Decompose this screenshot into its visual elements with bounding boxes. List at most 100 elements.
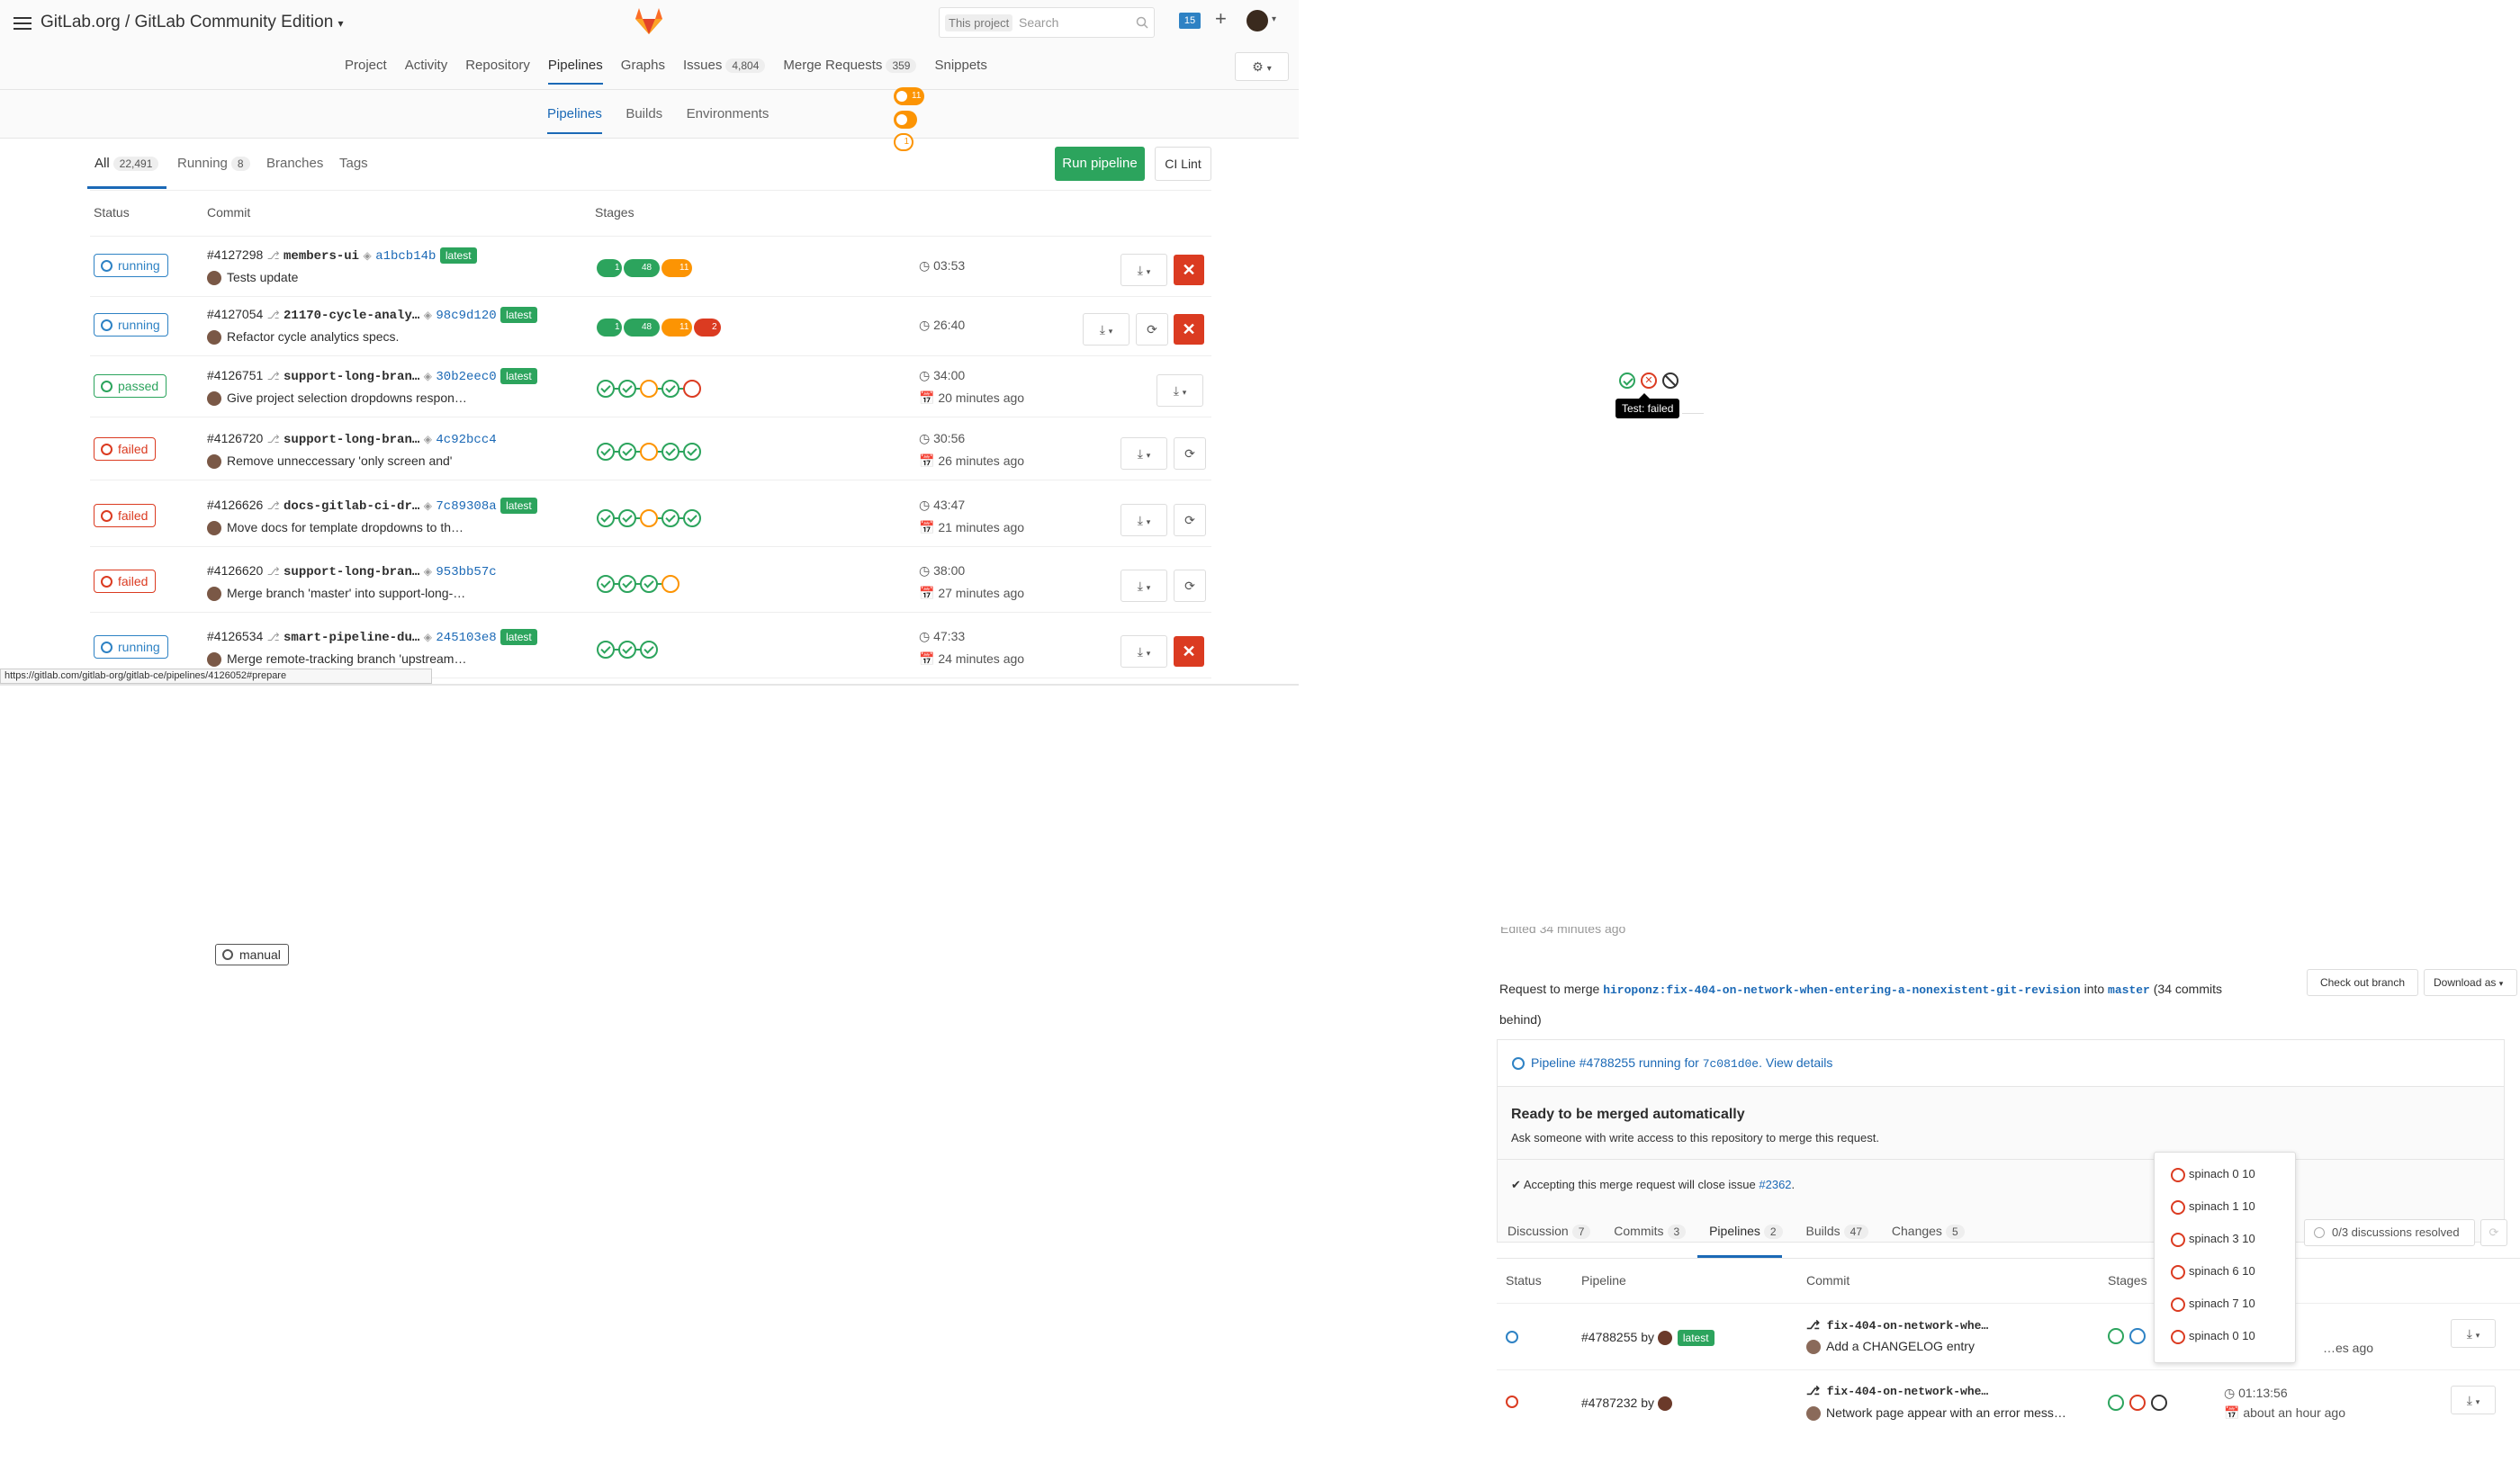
tab-all[interactable]: All 22,491 [94,156,159,171]
pipeline-id[interactable]: #4126626 [207,498,263,512]
commit-message[interactable]: Merge remote-tracking branch 'upstream… [207,651,466,668]
dropdown-build-item[interactable]: spinach 7 10 [2171,1297,2255,1312]
stage-passed-icon[interactable] [2108,1328,2124,1344]
dropdown-build-item[interactable]: spinach 3 10 [2171,1232,2255,1247]
todos-icon[interactable]: 15 [1179,13,1201,29]
artifacts-download-button[interactable]: ⤓ ▾ [1120,570,1167,602]
view-details-link[interactable]: . View details [1759,1055,1832,1070]
stage-skipped-icon[interactable] [2151,1395,2167,1411]
branch-name[interactable]: support-long-bran… [284,565,419,579]
dropdown-build-item[interactable]: spinach 1 10 [2171,1199,2255,1215]
stage-failed-icon[interactable]: ✕ [1641,372,1657,389]
nav-graphs[interactable]: Graphs [621,58,665,85]
stage-passed-icon[interactable] [618,575,636,593]
stage-passed-icon[interactable] [640,641,658,659]
stage-warning-icon[interactable] [640,380,658,398]
stage-running-icon[interactable] [2129,1328,2146,1344]
stage-group[interactable]: 11 [662,319,692,337]
gitlab-logo-icon[interactable] [633,4,665,37]
pipeline-id[interactable]: #4127054 [207,307,263,321]
user-avatar[interactable] [1246,10,1268,31]
stage-passed-icon[interactable] [662,380,680,398]
status-badge[interactable]: passed [94,374,167,398]
stage-failed-icon[interactable] [2129,1395,2146,1411]
discussion-next-button[interactable]: ⟳ [2480,1219,2507,1246]
pipeline-id[interactable]: #4788255 by latest [1581,1330,1714,1346]
stage-passed-icon[interactable] [618,641,636,659]
status-badge[interactable]: running [94,635,168,659]
retry-button[interactable]: ⟳ [1174,570,1206,602]
artifacts-download-button[interactable]: ⤓ ▾ [1156,374,1203,407]
stage-warning-icon[interactable] [640,443,658,461]
target-branch[interactable]: master [2108,983,2150,997]
dropdown-build-item[interactable]: spinach 6 10 [2171,1264,2255,1279]
pipeline-id[interactable]: #4126620 [207,563,263,578]
stage-passed-icon[interactable] [618,380,636,398]
status-badge[interactable]: running [94,254,168,277]
pipeline-id[interactable]: #4787232 by [1581,1396,1678,1412]
branch-link[interactable]: ⎇ fix-404-on-network-whe… [1806,1319,1988,1333]
stage-passed-icon[interactable] [662,509,680,527]
nav-merge-requests[interactable]: Merge Requests 359 [783,58,917,85]
nav-project[interactable]: Project [345,58,387,85]
failed-status-icon[interactable] [1506,1396,1518,1408]
artifacts-download-button[interactable]: ⤓ ▾ [2451,1319,2496,1348]
commit-sha[interactable]: 98c9d120 [436,309,496,323]
commit-message[interactable]: Refactor cycle analytics specs. [207,329,399,346]
stage-skipped-icon[interactable] [1662,372,1678,389]
commit-sha[interactable]: 953bb57c [436,565,496,579]
stage-passed-icon[interactable] [597,641,615,659]
branch-name[interactable]: smart-pipeline-du… [284,631,419,645]
commit-sha[interactable]: 7c89308a [436,499,496,514]
tab-builds[interactable]: Builds 47 [1806,1224,1868,1239]
nav-issues[interactable]: Issues 4,804 [683,58,766,85]
cancel-button[interactable]: ✕ [1174,314,1204,345]
stage-group[interactable]: 48 [624,319,660,337]
settings-gear-button[interactable]: ⚙ ▾ [1235,52,1289,81]
status-badge[interactable]: failed [94,570,157,593]
stage-passed-icon[interactable] [618,509,636,527]
retry-button[interactable]: ⟳ [1174,437,1206,470]
cancel-button[interactable]: ✕ [1174,255,1204,285]
stage-group[interactable]: 1 [597,319,622,337]
running-status-icon[interactable] [1506,1331,1518,1343]
stage-warning-icon[interactable] [662,575,680,593]
pipeline-id[interactable]: #4126534 [207,629,263,643]
commit-message[interactable]: Remove unneccessary 'only screen and' [207,453,452,470]
branch-name[interactable]: 21170-cycle-analy… [284,309,419,323]
nav-pipelines[interactable]: Pipelines [547,58,603,85]
subnav-environments[interactable]: Environments [687,106,770,121]
stage-group[interactable]: 1 [597,259,622,277]
commit-message[interactable]: Network page appear with an error mess… [1806,1405,2066,1422]
stage-group[interactable]: 48 [624,259,660,277]
artifacts-download-button[interactable]: ⤓ ▾ [1120,437,1167,470]
menu-icon[interactable] [14,17,32,19]
nav-snippets[interactable]: Snippets [934,58,986,85]
artifacts-download-button[interactable]: ⤓ ▾ [1120,635,1167,668]
stage-warning-icon[interactable] [640,509,658,527]
artifacts-download-button[interactable]: ⤓ ▾ [1120,254,1167,286]
commit-sha[interactable]: 245103e8 [436,631,496,645]
stage-passed-icon[interactable] [683,509,701,527]
source-branch[interactable]: hiroponz:fix-404-on-network-when-enterin… [1603,983,2081,997]
commit-message[interactable]: Add a CHANGELOG entry [1806,1339,1975,1355]
tab-discussion[interactable]: Discussion 7 [1508,1224,1591,1239]
stage-passed-icon[interactable] [640,575,658,593]
commit-message[interactable]: Merge branch 'master' into support-long-… [207,586,465,602]
nav-repository[interactable]: Repository [465,58,530,85]
pipeline-id[interactable]: #4127298 [207,247,263,262]
retry-button[interactable]: ⟳ [1136,313,1168,346]
status-badge[interactable]: running [94,313,168,337]
project-title[interactable]: GitLab.org / GitLab Community Edition ▾ [40,13,344,32]
pipeline-id[interactable]: #4126720 [207,431,263,445]
commit-sha[interactable]: 30b2eec0 [436,370,496,384]
search-input[interactable]: Search [1019,15,1058,30]
pipeline-sha[interactable]: 7c081d0e [1703,1057,1759,1071]
checkout-branch-button[interactable]: Check out branch [2307,969,2418,996]
discussions-resolved-button[interactable]: 0/3 discussions resolved [2304,1219,2475,1246]
branch-name[interactable]: docs-gitlab-ci-dr… [284,499,419,514]
commit-message[interactable]: Give project selection dropdowns respon… [207,390,467,407]
branch-link[interactable]: ⎇ fix-404-on-network-whe… [1806,1385,1988,1398]
dropdown-build-item[interactable]: spinach 0 10 [2171,1167,2255,1182]
tab-commits[interactable]: Commits 3 [1614,1224,1687,1239]
